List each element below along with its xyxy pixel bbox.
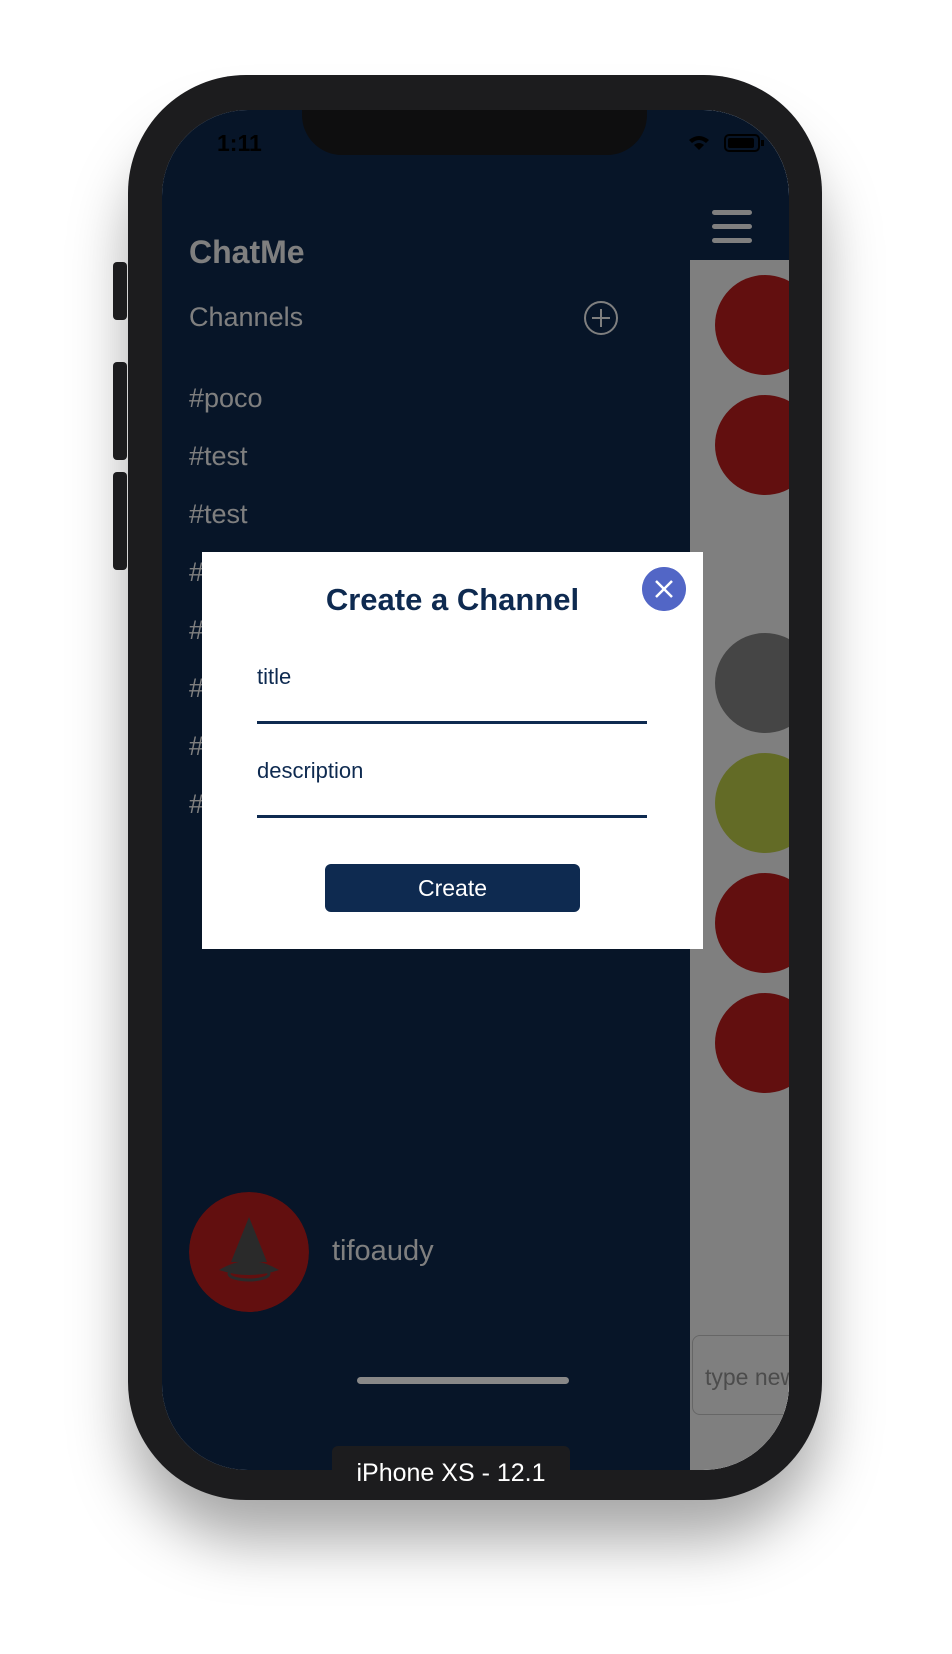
- mute-switch: [113, 262, 127, 320]
- volume-down-button: [113, 472, 127, 570]
- title-field[interactable]: title: [257, 664, 291, 690]
- device-label: iPhone XS - 12.1: [332, 1446, 570, 1500]
- description-field[interactable]: description: [257, 758, 363, 784]
- create-button[interactable]: Create: [325, 864, 580, 912]
- description-field-underline: [257, 815, 647, 818]
- modal-title: Create a Channel: [325, 582, 580, 617]
- create-channel-modal: Create a Channel title description Creat…: [202, 552, 703, 949]
- title-field-underline: [257, 721, 647, 724]
- volume-up-button: [113, 362, 127, 460]
- home-indicator: [357, 1377, 569, 1384]
- close-icon[interactable]: [642, 567, 686, 611]
